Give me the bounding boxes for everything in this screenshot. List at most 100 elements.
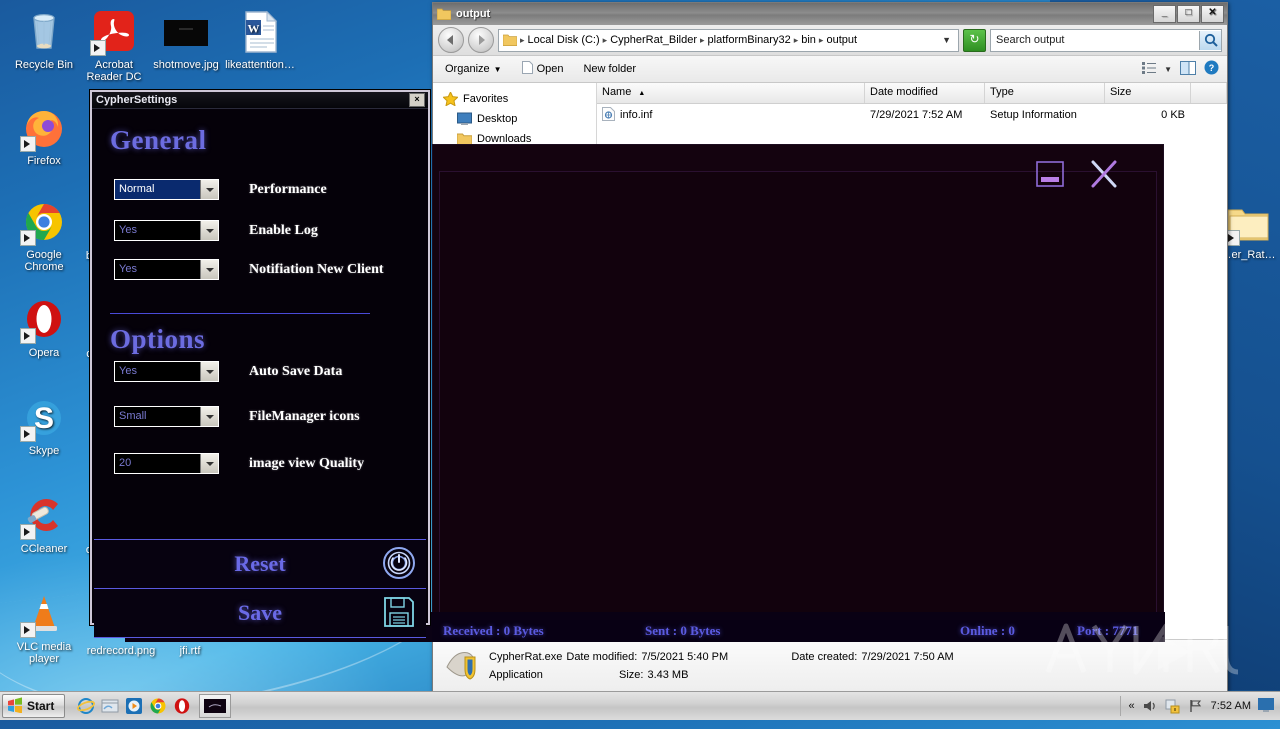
chevron-down-icon[interactable]: ▼ <box>937 35 956 45</box>
setting-row-auto-save-data[interactable]: Yes Auto Save Data <box>114 361 342 382</box>
start-button[interactable]: Start <box>2 694 66 718</box>
breadcrumb-item-platformbinary32[interactable]: platformBinary32 <box>706 34 793 46</box>
cypher-settings-window[interactable]: CypherSettings × General Normal Performa… <box>90 90 430 638</box>
network-icon[interactable] <box>1188 698 1204 714</box>
taskbar-item-cypher-window[interactable] <box>199 694 232 718</box>
organize-menu[interactable]: Organize ▼ <box>441 61 506 77</box>
internet-explorer-icon[interactable] <box>77 697 96 715</box>
desktop-icon-opera[interactable]: Opera <box>8 296 80 359</box>
desktop-icon-redrecord-png[interactable]: redrecord.png <box>76 645 166 657</box>
close-button[interactable]: ✕ <box>1201 5 1224 23</box>
desktop-icon-shotmove-jpg[interactable]: shotmove.jpg <box>150 8 222 71</box>
setting-row-enable-log[interactable]: Yes Enable Log <box>114 220 318 241</box>
search-input[interactable] <box>991 33 1199 47</box>
refresh-icon[interactable]: ↻ <box>963 28 986 52</box>
back-button[interactable] <box>438 27 464 53</box>
setting-row-filemanager-icons[interactable]: Small FileManager icons <box>114 406 360 427</box>
rat-minimize-button[interactable] <box>1031 159 1069 189</box>
desktop-icon-jfi-rtf[interactable]: jfi.rtf <box>160 645 220 657</box>
breadcrumb-item-output[interactable]: output <box>824 34 859 46</box>
toolbar-view-controls[interactable]: ▼ ? <box>1142 60 1219 78</box>
nav-item-label: Favorites <box>463 93 509 105</box>
chevron-down-icon[interactable] <box>200 362 218 381</box>
preview-pane-icon[interactable] <box>1180 60 1196 78</box>
column-headers[interactable]: Name ▲ Date modified Type Size <box>597 83 1227 104</box>
quick-launch[interactable] <box>77 697 191 715</box>
volume-icon[interactable] <box>1142 698 1158 714</box>
desktop-icon-google-chrome[interactable]: Google Chrome <box>8 198 80 273</box>
window-controls[interactable]: _ □ ✕ <box>1153 5 1227 23</box>
breadcrumb-item-cypherrat-bilder[interactable]: CypherRat_Bilder <box>608 34 699 46</box>
column-label: Name <box>602 86 632 98</box>
column-header-type[interactable]: Type <box>985 83 1105 103</box>
filemanager-icons-dropdown[interactable]: Small <box>114 406 219 427</box>
setting-row-notification-new-client[interactable]: Yes Notifiation New Client <box>114 259 384 280</box>
search-box[interactable] <box>990 28 1222 52</box>
action-center-icon[interactable] <box>1165 698 1181 714</box>
table-row[interactable]: info.inf 7/29/2021 7:52 AM Setup Informa… <box>597 104 1227 126</box>
nav-item-favorites[interactable]: Favorites <box>439 89 596 109</box>
desktop-icon-firefox[interactable]: Firefox <box>8 104 80 167</box>
setting-row-performance[interactable]: Normal Performance <box>114 179 327 200</box>
rat-remote-window[interactable] <box>432 144 1164 640</box>
desktop-icon-acrobat-reader-dc[interactable]: Acrobat Reader DC <box>78 8 150 83</box>
shortcut-overlay-icon <box>20 426 36 442</box>
desktop-icon-likeattention-doc[interactable]: W likeattention… <box>224 8 296 71</box>
new-folder-button[interactable]: New folder <box>579 61 640 77</box>
chevron-down-icon[interactable] <box>200 407 218 426</box>
forward-button[interactable] <box>468 27 494 53</box>
column-header-date-modified[interactable]: Date modified <box>865 83 985 103</box>
rat-close-button[interactable] <box>1085 159 1123 189</box>
chevron-down-icon[interactable]: ▼ <box>1164 65 1172 74</box>
help-icon[interactable]: ? <box>1204 60 1219 78</box>
desktop-icon-ccleaner[interactable]: CCleaner <box>8 492 80 555</box>
explorer-address-bar[interactable]: ▸ Local Disk (C:) ▸ CypherRat_Bilder ▸ p… <box>433 25 1227 56</box>
star-icon <box>442 90 459 107</box>
search-icon[interactable] <box>1199 30 1221 50</box>
opera-taskbar-icon[interactable] <box>173 697 191 715</box>
setting-row-image-view-quality[interactable]: 20 image view Quality <box>114 453 364 474</box>
chevron-down-icon[interactable] <box>200 180 218 199</box>
file-date-modified: 7/29/2021 7:52 AM <box>870 109 963 121</box>
show-desktop-button[interactable] <box>1258 698 1274 714</box>
close-icon[interactable]: × <box>409 93 425 107</box>
column-header-name[interactable]: Name ▲ <box>597 83 865 103</box>
breadcrumb[interactable]: ▸ Local Disk (C:) ▸ CypherRat_Bilder ▸ p… <box>498 28 959 52</box>
sort-ascending-icon: ▲ <box>638 90 646 97</box>
system-tray[interactable]: « 7:52 AM <box>1119 696 1280 716</box>
desktop-icon-vlc-media-player[interactable]: VLC media player <box>8 590 80 665</box>
svg-text:S: S <box>34 402 54 435</box>
chevron-down-icon[interactable] <box>200 221 218 240</box>
general-heading: General <box>110 125 207 155</box>
chevron-down-icon[interactable] <box>200 454 218 473</box>
minimize-button[interactable]: _ <box>1153 5 1176 23</box>
enable-log-dropdown[interactable]: Yes <box>114 220 219 241</box>
media-player-icon[interactable] <box>125 697 143 715</box>
windows-logo-icon <box>7 696 23 716</box>
notification-new-client-dropdown[interactable]: Yes <box>114 259 219 280</box>
windows-explorer-icon[interactable] <box>101 697 119 715</box>
performance-dropdown[interactable]: Normal <box>114 179 219 200</box>
breadcrumb-item-local-disk[interactable]: Local Disk (C:) <box>526 34 602 46</box>
breadcrumb-item-bin[interactable]: bin <box>799 34 818 46</box>
taskbar[interactable]: Start « 7:52 AM <box>0 691 1280 720</box>
chrome-taskbar-icon[interactable] <box>149 697 167 715</box>
desktop-icon-skype[interactable]: S Skype <box>8 394 80 457</box>
auto-save-data-dropdown[interactable]: Yes <box>114 361 219 382</box>
show-hidden-icons-button[interactable]: « <box>1129 700 1135 712</box>
desktop-icon-recycle-bin[interactable]: Recycle Bin <box>8 8 80 71</box>
open-button[interactable]: Open <box>518 59 568 79</box>
view-list-icon[interactable] <box>1142 61 1157 77</box>
rat-viewport[interactable] <box>439 171 1157 635</box>
clock[interactable]: 7:52 AM <box>1211 700 1251 712</box>
image-view-quality-dropdown[interactable]: 20 <box>114 453 219 474</box>
column-header-size[interactable]: Size <box>1105 83 1191 103</box>
chevron-down-icon[interactable] <box>200 260 218 279</box>
explorer-title-bar[interactable]: output _ □ ✕ <box>433 3 1227 25</box>
explorer-toolbar[interactable]: Organize ▼ Open New folder ▼ ? <box>433 56 1227 83</box>
cypher-settings-title-bar[interactable]: CypherSettings × <box>92 92 428 109</box>
nav-item-desktop[interactable]: Desktop <box>439 109 596 129</box>
maximize-button[interactable]: □ <box>1177 5 1200 23</box>
reset-button[interactable]: Reset <box>94 539 426 589</box>
save-button[interactable]: Save <box>94 588 426 638</box>
